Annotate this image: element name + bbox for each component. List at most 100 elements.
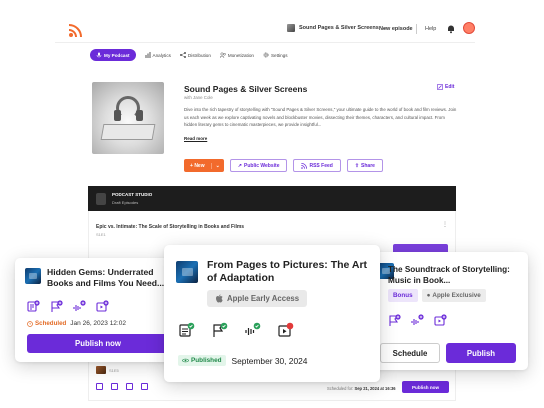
episode-checklist [27, 300, 109, 313]
new-label: New [194, 162, 205, 169]
pencil-icon [437, 84, 443, 90]
bonus-tag: Bonus [388, 289, 418, 302]
eye-icon [182, 358, 189, 363]
video-plus-icon[interactable] [96, 300, 109, 313]
podcast-nav: My Podcast Analytics Distribution Moneti… [90, 49, 288, 61]
apple-icon: ● [426, 292, 431, 299]
rss-logo-icon[interactable] [68, 24, 82, 38]
publish-button[interactable]: Publish [446, 343, 516, 363]
flag-plus-icon[interactable] [388, 314, 401, 327]
tab-label: Distribution [187, 52, 211, 58]
podcast-description: Dive into the rich tapestry of storytell… [184, 107, 457, 128]
published-badge: Published [178, 355, 226, 366]
video-plus-icon[interactable] [434, 314, 447, 327]
episode-row: S1E5 [96, 366, 119, 374]
chevron-down-icon[interactable]: ⌄ [212, 163, 224, 169]
audio-plus-icon[interactable] [411, 314, 424, 327]
external-link-icon: ↗ [237, 162, 242, 169]
tab-monetization[interactable]: Monetization [219, 52, 254, 58]
published-label: Published [191, 357, 222, 364]
tab-settings[interactable]: Settings [263, 52, 288, 58]
bar-chart-icon [145, 52, 151, 58]
edit-label: Edit [445, 84, 455, 90]
podcast-studio-header: PODCAST STUDIO Draft Episodes [88, 186, 456, 211]
tab-analytics[interactable]: Analytics [145, 52, 171, 58]
flag-icon[interactable] [111, 383, 118, 390]
episode-thumbnail [96, 366, 106, 374]
public-website-label: Public Website [244, 162, 280, 169]
apple-early-access-label: Apple Early Access [227, 294, 300, 303]
audio-check-icon[interactable] [245, 322, 261, 338]
microphone-icon [96, 52, 102, 58]
episode-tag: S1E5 [109, 367, 119, 373]
divider [416, 24, 417, 34]
scheduled-label: Scheduled [35, 320, 67, 327]
divider [55, 42, 475, 43]
schedule-button[interactable]: Schedule [380, 343, 440, 363]
episode-checklist [96, 383, 148, 390]
rss-icon [301, 162, 308, 169]
episode-card: The Soundtrack of Storytelling: Music in… [368, 252, 528, 370]
apple-icon [216, 294, 223, 303]
share-button[interactable]: ⇧ Share [346, 159, 383, 172]
more-options-icon[interactable]: ⋮ [442, 221, 448, 228]
scheduled-date: Sep 21, 2024 at 16:36 [354, 386, 396, 391]
episode-title[interactable]: The Soundtrack of Storytelling: Music in… [388, 264, 522, 286]
episode-card: Hidden Gems: Underrated Books and Films … [15, 258, 175, 362]
episode-title[interactable]: Hidden Gems: Underrated Books and Films … [47, 267, 171, 289]
episode-art [25, 268, 41, 284]
clock-icon [27, 320, 33, 327]
episode-checklist [179, 322, 294, 338]
new-button[interactable]: + New ⌄ [184, 159, 224, 172]
podcast-cover-art [92, 82, 164, 154]
scheduled-badge: Scheduled [27, 320, 66, 327]
microphone-icon [96, 193, 106, 205]
audio-icon[interactable] [126, 383, 133, 390]
tab-label: Analytics [152, 52, 171, 58]
published-date: September 30, 2024 [231, 355, 308, 366]
details-check-icon[interactable] [179, 322, 195, 338]
help-link[interactable]: Help [425, 26, 436, 32]
podcast-author: with Jane Cole [184, 95, 213, 100]
publish-now-button[interactable]: Publish now [402, 381, 449, 393]
studio-subtitle: Draft Episodes [112, 200, 139, 205]
details-plus-icon[interactable] [27, 300, 40, 313]
rss-feed-button[interactable]: RSS Feed [293, 159, 341, 172]
podcast-selector-label: Sound Pages & Silver Screens [299, 25, 379, 31]
top-bar: Sound Pages & Silver Screens ⌄ New episo… [0, 0, 544, 43]
share-icon: ⇧ [354, 162, 360, 169]
studio-title: PODCAST STUDIO [112, 192, 153, 197]
details-icon[interactable] [96, 383, 103, 390]
publish-status-row: Published September 30, 2024 [178, 355, 307, 366]
episode-art [176, 261, 198, 283]
flag-check-icon[interactable] [212, 322, 228, 338]
publish-now-button[interactable]: Publish now [27, 334, 169, 353]
podcast-selector[interactable]: Sound Pages & Silver Screens ⌄ [287, 24, 387, 32]
episode-checklist [388, 314, 447, 327]
episode-tag: S1E1 [96, 232, 106, 237]
new-episode-link[interactable]: New episode [379, 26, 413, 32]
share-label: Share [361, 162, 375, 169]
tab-distribution[interactable]: Distribution [179, 52, 211, 58]
video-alert-icon[interactable] [278, 322, 294, 338]
share-nodes-icon [179, 52, 186, 58]
public-website-button[interactable]: ↗ Public Website [229, 159, 288, 172]
podcast-title: Sound Pages & Silver Screens [184, 84, 308, 94]
podcast-thumbnail [287, 24, 295, 32]
scheduled-info: Scheduled for: Sep 21, 2024 at 16:36 [327, 386, 396, 391]
episode-title[interactable]: Epic vs. Intimate: The Scale of Storytel… [96, 224, 244, 230]
apple-exclusive-tag: ● Apple Exclusive [421, 289, 486, 302]
audio-plus-icon[interactable] [73, 300, 86, 313]
episode-title[interactable]: From Pages to Pictures: The Art of Adapt… [207, 259, 377, 285]
bell-icon[interactable] [446, 24, 456, 34]
avatar[interactable] [463, 22, 475, 34]
flag-plus-icon[interactable] [50, 300, 63, 313]
video-icon[interactable] [141, 383, 148, 390]
read-more-link[interactable]: Read more [184, 136, 207, 141]
apple-exclusive-label: Apple Exclusive [432, 292, 481, 299]
edit-button[interactable]: Edit [437, 84, 454, 90]
tab-label: Monetization [227, 52, 254, 58]
tab-my-podcast[interactable]: My Podcast [90, 49, 136, 61]
rss-feed-label: RSS Feed [309, 162, 333, 169]
users-icon [219, 52, 226, 58]
